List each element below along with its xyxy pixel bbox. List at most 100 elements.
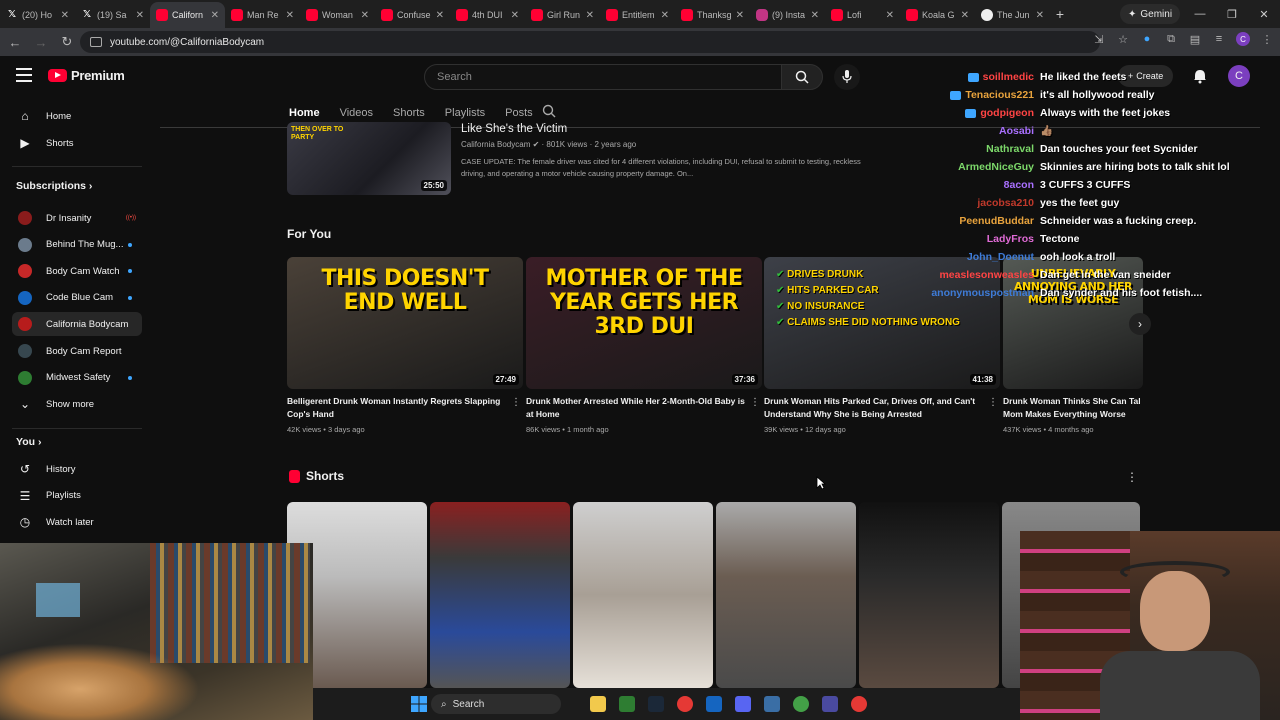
- kebab-menu-icon[interactable]: ⋮: [1260, 32, 1274, 46]
- sidebar-subscription[interactable]: Body Cam Watch: [12, 259, 142, 283]
- tab-close-icon[interactable]: ✕: [211, 10, 219, 21]
- browser-tab[interactable]: (9) Insta ✕: [750, 2, 825, 28]
- tab-close-icon[interactable]: ✕: [886, 10, 894, 21]
- channel-search-icon[interactable]: [542, 104, 556, 118]
- sidebar-item-home[interactable]: ⌂ Home: [12, 104, 142, 128]
- minimize-icon[interactable]: —: [1184, 0, 1216, 28]
- tab-close-icon[interactable]: ✕: [511, 10, 519, 21]
- browser-tab[interactable]: Girl Run ✕: [525, 2, 600, 28]
- close-window-icon[interactable]: ✕: [1248, 0, 1280, 28]
- app-icon[interactable]: [619, 696, 635, 712]
- tab-close-icon[interactable]: ✕: [961, 10, 969, 21]
- tab-close-icon[interactable]: ✕: [811, 10, 819, 21]
- browser-tab[interactable]: 𝕏 (20) Ho ✕: [0, 2, 75, 28]
- taskbar-search[interactable]: ⌕ Search: [431, 694, 561, 714]
- search-button[interactable]: [781, 64, 823, 90]
- tab-close-icon[interactable]: ✕: [1036, 10, 1044, 21]
- address-bar[interactable]: youtube.com/@CaliforniaBodycam: [80, 31, 1100, 53]
- video-title[interactable]: Drunk Mother Arrested While Her 2-Month-…: [526, 395, 750, 421]
- you-header[interactable]: You ›: [16, 436, 41, 448]
- sidebar-subscription[interactable]: California Bodycam: [12, 312, 142, 337]
- youtube-logo[interactable]: Premium: [48, 68, 125, 83]
- browser-tab[interactable]: The Jun ✕: [975, 2, 1050, 28]
- sidepanel-icon[interactable]: ▤: [1188, 32, 1202, 46]
- tab-close-icon[interactable]: ✕: [586, 10, 594, 21]
- sidebar-item-playlists[interactable]: ☰ Playlists: [12, 484, 142, 508]
- browser-tab[interactable]: 4th DUI ✕: [450, 2, 525, 28]
- tab-close-icon[interactable]: ✕: [736, 10, 744, 21]
- new-tab-icon[interactable]: +: [1050, 6, 1070, 22]
- voice-search-button[interactable]: [834, 64, 860, 90]
- browser-tab[interactable]: 𝕏 (19) Sa ✕: [75, 2, 150, 28]
- install-icon[interactable]: ⇲: [1092, 32, 1106, 46]
- restore-icon[interactable]: ❐: [1216, 0, 1248, 28]
- tab-shorts[interactable]: Shorts: [393, 107, 425, 119]
- video-title[interactable]: Drunk Woman Hits Parked Car, Drives Off,…: [764, 395, 988, 421]
- browser-tab[interactable]: Man Re ✕: [225, 2, 300, 28]
- forward-icon[interactable]: →: [30, 31, 52, 53]
- video-menu-icon[interactable]: ⋮: [750, 397, 760, 408]
- browser-tab[interactable]: Entitlem ✕: [600, 2, 675, 28]
- tab-close-icon[interactable]: ✕: [436, 10, 444, 21]
- sidebar-item-history[interactable]: ↺ History: [12, 457, 142, 481]
- browser-tab[interactable]: Woman ✕: [300, 2, 375, 28]
- video-menu-icon[interactable]: ⋮: [511, 397, 521, 408]
- short-thumbnail[interactable]: [573, 502, 713, 688]
- video-card[interactable]: MOTHER OF THE YEAR GETS HER 3RD DUI 37:36…: [526, 257, 762, 434]
- app-icon[interactable]: [822, 696, 838, 712]
- reload-icon[interactable]: ↻: [56, 31, 78, 53]
- browser-tab[interactable]: Koala G ✕: [900, 2, 975, 28]
- gemini-button[interactable]: ✦ Gemini: [1120, 4, 1181, 24]
- discord-icon[interactable]: [735, 696, 751, 712]
- browser-tab[interactable]: Confuse ✕: [375, 2, 450, 28]
- file-explorer-icon[interactable]: [590, 696, 606, 712]
- browser-tab[interactable]: Lofi ✕: [825, 2, 900, 28]
- bookmark-star-icon[interactable]: ☆: [1116, 32, 1130, 46]
- extension-icon[interactable]: ●: [1140, 32, 1154, 46]
- chrome-active-icon[interactable]: [793, 696, 809, 712]
- profile-avatar[interactable]: C: [1236, 32, 1250, 46]
- tab-close-icon[interactable]: ✕: [61, 10, 69, 21]
- tab-close-icon[interactable]: ✕: [136, 10, 144, 21]
- sidebar-subscription[interactable]: Dr Insanity ((•)): [12, 206, 142, 230]
- sidebar-item-shorts[interactable]: ▶ Shorts: [12, 131, 142, 155]
- video-card[interactable]: THIS DOESN'T END WELL 27:49 Belligerent Dr…: [287, 257, 523, 434]
- steam-icon[interactable]: [648, 696, 664, 712]
- channel-name[interactable]: California Bodycam: [461, 140, 530, 149]
- hamburger-menu-icon[interactable]: [16, 68, 32, 82]
- browser-tab[interactable]: Thanksg ✕: [675, 2, 750, 28]
- windows-start-icon[interactable]: [411, 696, 427, 712]
- search-input[interactable]: Search: [424, 64, 782, 90]
- shorts-more-icon[interactable]: ⋮: [1126, 470, 1138, 484]
- browser-tab[interactable]: Californ ✕: [150, 2, 225, 28]
- sidebar-subscription[interactable]: Body Cam Report: [12, 339, 142, 363]
- app-icon[interactable]: [706, 696, 722, 712]
- video-thumbnail[interactable]: THIS DOESN'T END WELL 27:49: [287, 257, 523, 389]
- shelf-next-button[interactable]: ›: [1129, 313, 1151, 335]
- sidebar-subscription[interactable]: Midwest Safety: [12, 366, 142, 390]
- short-thumbnail[interactable]: [430, 502, 570, 688]
- sidebar-subscription[interactable]: Behind The Mug...: [12, 233, 142, 257]
- video-title[interactable]: Belligerent Drunk Woman Instantly Regret…: [287, 395, 511, 421]
- chrome-icon[interactable]: [851, 696, 867, 712]
- subscriptions-header[interactable]: Subscriptions ›: [16, 180, 92, 192]
- sidebar-item-watch-later[interactable]: ◷ Watch later: [12, 510, 142, 534]
- tab-close-icon[interactable]: ✕: [361, 10, 369, 21]
- video-title[interactable]: Drunk Woman Thinks She Can Tal Mom Makes…: [1003, 395, 1143, 421]
- short-thumbnail[interactable]: [859, 502, 999, 688]
- featured-video-title[interactable]: Like She's the Victim: [461, 123, 567, 135]
- puzzle-icon[interactable]: ⧉: [1164, 32, 1178, 46]
- tab-playlists[interactable]: Playlists: [445, 107, 485, 119]
- back-icon[interactable]: ←: [4, 31, 26, 53]
- sidebar-subscription[interactable]: Code Blue Cam: [12, 286, 142, 310]
- short-thumbnail[interactable]: [716, 502, 856, 688]
- video-thumbnail[interactable]: MOTHER OF THE YEAR GETS HER 3RD DUI 37:36: [526, 257, 762, 389]
- chrome-icon[interactable]: [677, 696, 693, 712]
- show-more-button[interactable]: ⌄ Show more: [12, 392, 142, 416]
- tab-close-icon[interactable]: ✕: [286, 10, 294, 21]
- featured-video-thumbnail[interactable]: THEN OVER TO PARTY 25:50: [287, 122, 451, 195]
- video-menu-icon[interactable]: ⋮: [988, 397, 998, 408]
- app-icon[interactable]: [764, 696, 780, 712]
- tab-posts[interactable]: Posts: [505, 107, 533, 119]
- tab-close-icon[interactable]: ✕: [661, 10, 669, 21]
